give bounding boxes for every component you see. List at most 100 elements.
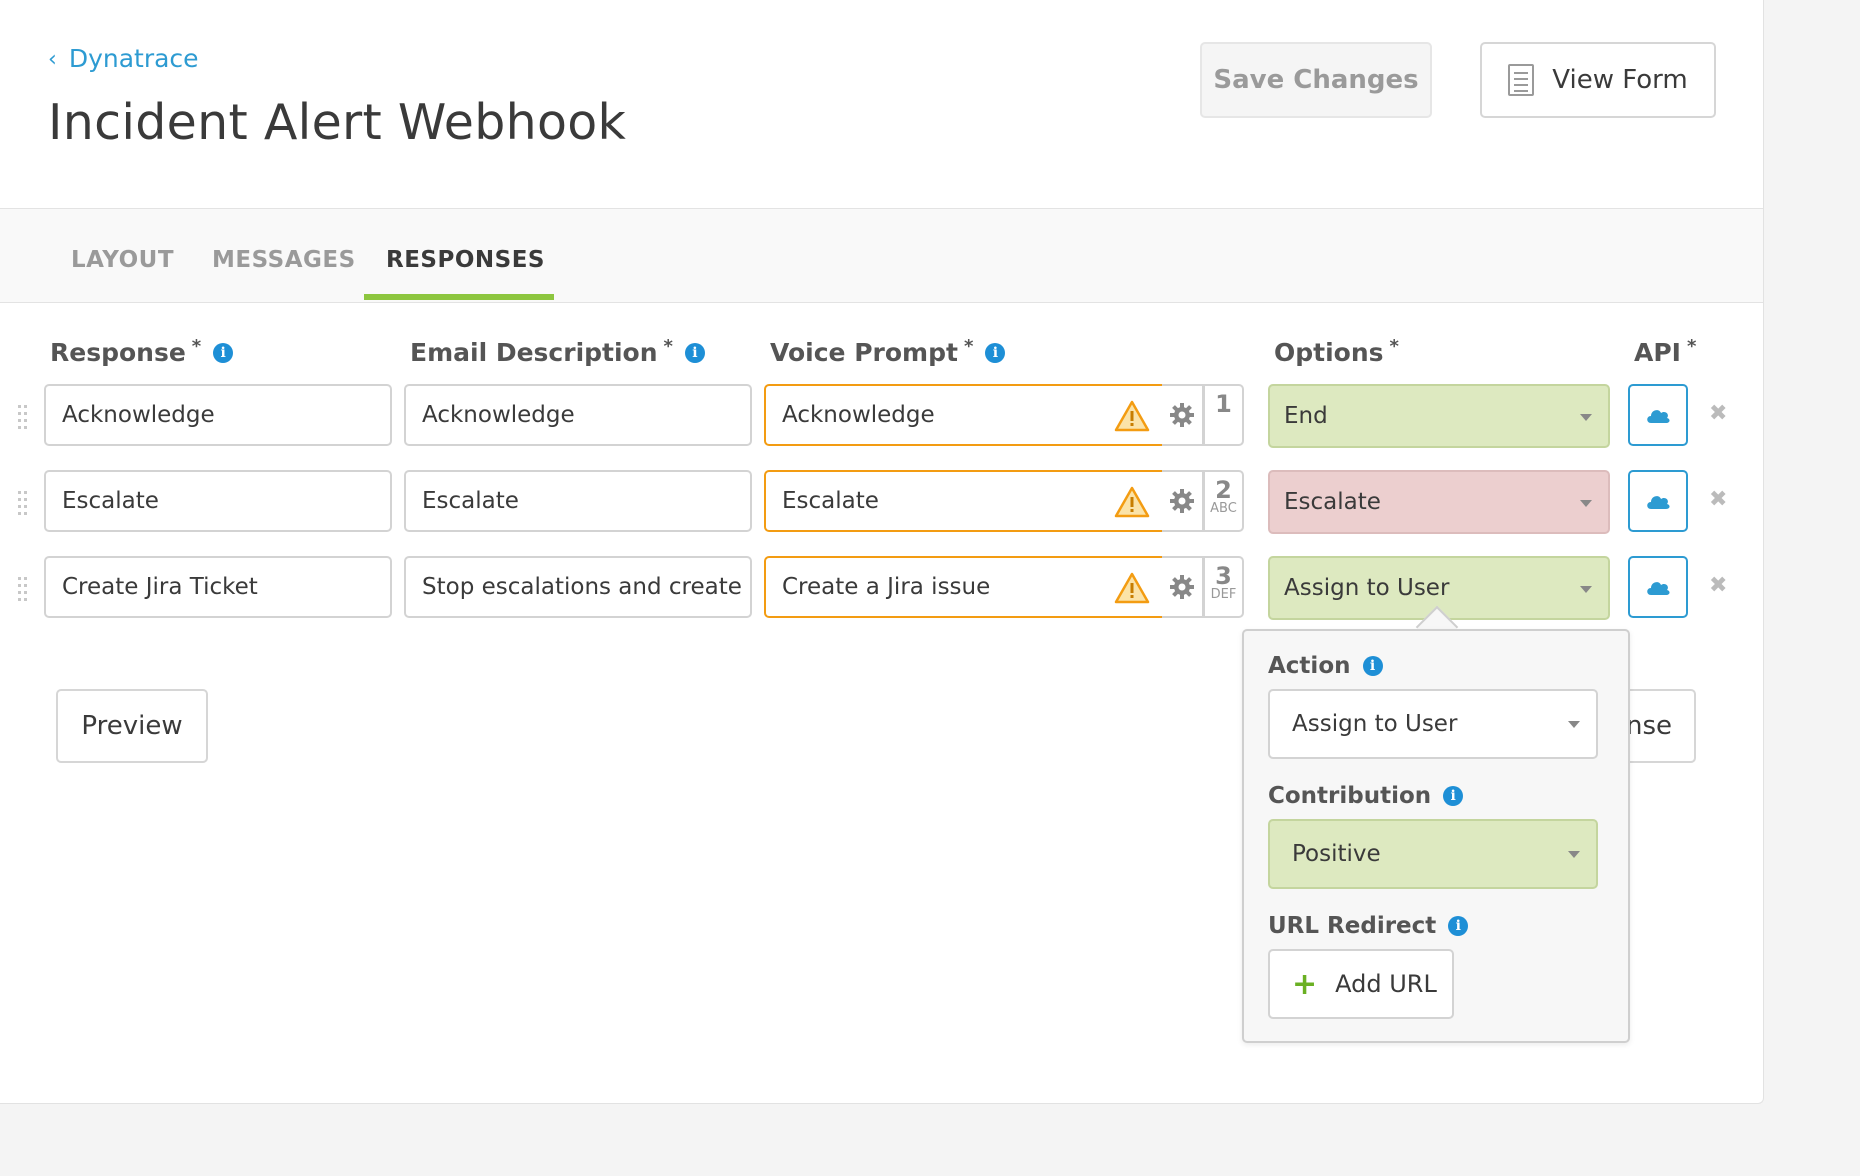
warning-triangle-icon xyxy=(1114,486,1150,518)
response-input[interactable]: Acknowledge xyxy=(44,384,392,446)
close-icon[interactable]: ✖ xyxy=(1709,487,1727,512)
email-description-input[interactable]: Stop escalations and create xyxy=(404,556,752,618)
add-url-button[interactable]: + Add URL xyxy=(1268,949,1454,1019)
info-icon[interactable]: i xyxy=(1443,786,1464,806)
column-header-options: Options * xyxy=(1274,336,1399,367)
tab-messages[interactable]: MESSAGES xyxy=(212,247,356,273)
action-label-text: Action xyxy=(1268,653,1351,679)
column-header-response-label: Response xyxy=(50,338,186,367)
voice-prompt-text: Create a Jira issue xyxy=(782,574,991,600)
chevron-left-icon: ‹ xyxy=(48,47,57,72)
chevron-down-icon xyxy=(1580,500,1592,507)
info-icon[interactable]: i xyxy=(1448,916,1469,936)
active-tab-indicator xyxy=(364,294,554,300)
preview-button[interactable]: Preview xyxy=(56,689,208,763)
keypad-digit-badge: 3 DEF xyxy=(1204,556,1244,618)
voice-prompt-input[interactable]: Escalate xyxy=(764,470,1162,532)
column-header-options-label: Options xyxy=(1274,338,1384,367)
tab-bar: LAYOUT MESSAGES RESPONSES xyxy=(0,209,1763,303)
response-input[interactable]: Escalate xyxy=(44,470,392,532)
options-select[interactable]: Escalate xyxy=(1268,470,1610,534)
column-header-response: Response * i xyxy=(50,336,234,367)
info-icon[interactable]: i xyxy=(1362,656,1383,676)
voice-prompt-input[interactable]: Acknowledge xyxy=(764,384,1162,446)
info-icon[interactable]: i xyxy=(213,342,234,363)
options-popover: Action i Assign to User Contribution i Pos… xyxy=(1242,629,1630,1043)
chevron-down-icon xyxy=(1580,414,1592,421)
api-button[interactable] xyxy=(1628,556,1688,618)
tab-layout[interactable]: LAYOUT xyxy=(71,247,174,273)
drag-handle-icon[interactable] xyxy=(16,489,28,515)
keypad-digit-badge: 2 ABC xyxy=(1204,470,1244,532)
plus-icon: + xyxy=(1292,966,1318,1002)
view-form-label: View Form xyxy=(1552,65,1688,95)
column-header-voice: Voice Prompt * i xyxy=(770,336,1006,367)
url-redirect-label: URL Redirect i xyxy=(1268,913,1469,939)
gear-icon xyxy=(1170,575,1194,599)
drag-handle-icon[interactable] xyxy=(16,403,28,429)
warning-triangle-icon xyxy=(1114,400,1150,432)
keypad-digit: 1 xyxy=(1215,390,1232,418)
column-header-voice-label: Voice Prompt xyxy=(770,338,958,367)
action-select[interactable]: Assign to User xyxy=(1268,689,1598,759)
required-marker: * xyxy=(663,336,673,357)
add-response-label: nse xyxy=(1625,711,1672,741)
chevron-down-icon xyxy=(1568,721,1580,728)
contribution-label-text: Contribution xyxy=(1268,783,1432,809)
action-select-value: Assign to User xyxy=(1292,711,1458,737)
options-select-value: Escalate xyxy=(1284,489,1381,515)
voice-prompt-text: Escalate xyxy=(782,488,879,514)
view-form-button[interactable]: View Form xyxy=(1480,42,1716,118)
keypad-digit: 3 xyxy=(1215,562,1232,590)
column-header-api: API * xyxy=(1634,336,1697,367)
voice-settings-button[interactable] xyxy=(1162,384,1204,446)
required-marker: * xyxy=(1686,336,1697,357)
email-description-input[interactable]: Acknowledge xyxy=(404,384,752,446)
column-header-email: Email Description * i xyxy=(410,336,705,367)
save-changes-label: Save Changes xyxy=(1213,65,1419,95)
info-icon[interactable]: i xyxy=(985,342,1006,363)
required-marker: * xyxy=(963,336,974,357)
voice-settings-button[interactable] xyxy=(1162,470,1204,532)
cloud-icon xyxy=(1647,582,1670,595)
keypad-digit: 2 xyxy=(1215,476,1232,504)
voice-settings-button[interactable] xyxy=(1162,556,1204,618)
warning-triangle-icon xyxy=(1114,572,1150,604)
contribution-select[interactable]: Positive xyxy=(1268,819,1598,889)
options-select-value: Assign to User xyxy=(1284,575,1450,601)
contribution-label: Contribution i xyxy=(1268,783,1464,809)
chevron-down-icon xyxy=(1568,851,1580,858)
tab-responses[interactable]: RESPONSES xyxy=(386,247,545,273)
back-link[interactable]: ‹ Dynatrace xyxy=(48,44,199,73)
voice-prompt-text: Acknowledge xyxy=(782,402,935,428)
main-card: ‹ Dynatrace Incident Alert Webhook Save C… xyxy=(0,0,1764,1104)
keypad-letters: ABC xyxy=(1210,501,1237,516)
column-header-api-label: API xyxy=(1634,338,1681,367)
required-marker: * xyxy=(1389,336,1399,357)
cloud-icon xyxy=(1647,496,1670,509)
url-redirect-label-text: URL Redirect xyxy=(1268,913,1437,939)
options-select[interactable]: End xyxy=(1268,384,1610,448)
back-link-label: Dynatrace xyxy=(68,44,199,73)
close-icon[interactable]: ✖ xyxy=(1709,401,1727,426)
gear-icon xyxy=(1170,403,1194,427)
contribution-select-value: Positive xyxy=(1292,841,1381,867)
info-icon[interactable]: i xyxy=(684,342,705,363)
drag-handle-icon[interactable] xyxy=(16,575,28,601)
email-description-input[interactable]: Escalate xyxy=(404,470,752,532)
api-button[interactable] xyxy=(1628,470,1688,532)
voice-prompt-input[interactable]: Create a Jira issue xyxy=(764,556,1162,618)
action-label: Action i xyxy=(1268,653,1383,679)
column-header-email-label: Email Description xyxy=(410,338,658,367)
page-title: Incident Alert Webhook xyxy=(48,94,627,151)
close-icon[interactable]: ✖ xyxy=(1709,573,1727,598)
add-url-label: Add URL xyxy=(1335,970,1437,998)
save-changes-button[interactable]: Save Changes xyxy=(1200,42,1432,118)
api-button[interactable] xyxy=(1628,384,1688,446)
options-select-value: End xyxy=(1284,403,1328,429)
response-input[interactable]: Create Jira Ticket xyxy=(44,556,392,618)
keypad-digit-badge: 1 xyxy=(1204,384,1244,446)
gear-icon xyxy=(1170,489,1194,513)
keypad-letters: DEF xyxy=(1210,587,1237,602)
document-icon xyxy=(1508,64,1535,96)
